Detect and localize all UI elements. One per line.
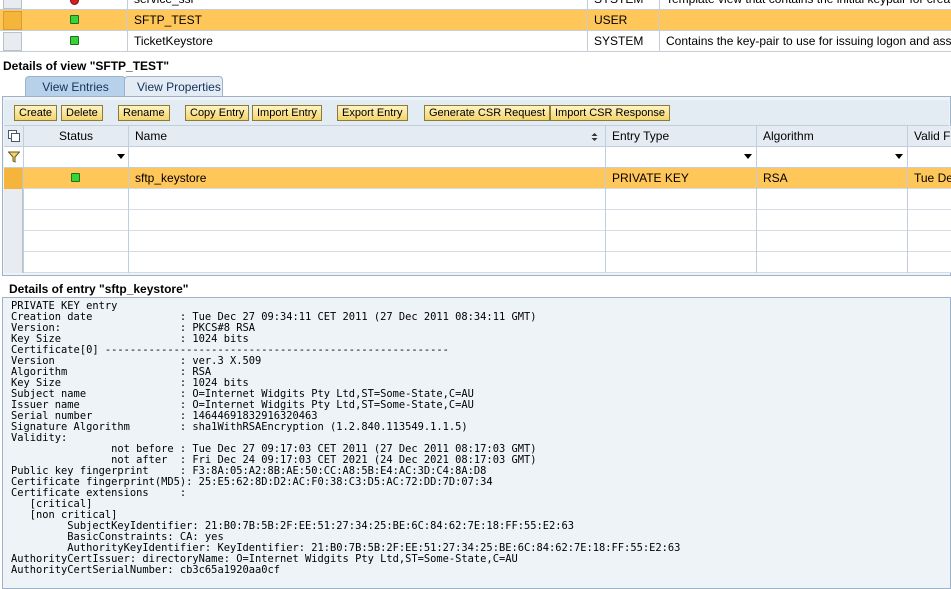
column-header-name[interactable]: Name [128, 126, 605, 147]
table-row-selected[interactable]: sftp_keystore PRIVATE KEY RSA Tue Dec [4, 168, 951, 189]
view-description: Template view that contains the initial … [659, 0, 951, 10]
generate-csr-request-button[interactable]: Generate CSR Request [424, 105, 551, 121]
rename-button[interactable]: Rename [118, 105, 170, 121]
delete-button[interactable]: Delete [61, 105, 103, 121]
view-name: service_ssl [127, 0, 587, 10]
row-selector[interactable] [3, 0, 22, 9]
view-name: TicketKeystore [127, 31, 587, 52]
entry-type-filter-dropdown[interactable] [605, 147, 756, 168]
algorithm-filter-dropdown[interactable] [756, 147, 907, 168]
view-description [659, 10, 951, 31]
table-row-empty[interactable] [4, 210, 951, 231]
column-header-entry-type[interactable]: Entry Type [605, 126, 756, 147]
empty-cell [907, 231, 951, 252]
view-description: Contains the key-pair to use for issuing… [659, 31, 951, 52]
entry-algorithm: RSA [756, 168, 907, 189]
entry-type: PRIVATE KEY [605, 168, 756, 189]
table-row-selected[interactable]: SFTP_TEST USER [0, 10, 951, 31]
row-selector[interactable] [4, 231, 23, 252]
valid-from-filter-input[interactable] [907, 147, 951, 168]
status-green-icon [70, 15, 79, 24]
view-type: USER [587, 10, 659, 31]
chevron-down-icon [895, 154, 903, 159]
row-selector[interactable] [4, 210, 23, 231]
import-csr-response-button[interactable]: Import CSR Response [550, 105, 671, 121]
empty-cell [605, 189, 756, 210]
empty-cell [605, 252, 756, 273]
column-header-algorithm[interactable]: Algorithm [756, 126, 907, 147]
view-name: SFTP_TEST [127, 10, 587, 31]
entries-table: Status Name Entry Type Algorithm Valid F… [4, 126, 951, 273]
filter-row [4, 147, 951, 168]
empty-cell [23, 189, 128, 210]
tab-view-entries[interactable]: View Entries [25, 76, 126, 97]
empty-cell [23, 231, 128, 252]
entry-name: sftp_keystore [128, 168, 605, 189]
empty-cell [907, 189, 951, 210]
view-type: SYSTEM [587, 31, 659, 52]
empty-cell [605, 231, 756, 252]
sort-updown-icon[interactable] [591, 133, 598, 141]
export-entry-button[interactable]: Export Entry [337, 105, 408, 121]
table-row[interactable]: TicketKeystore SYSTEM Contains the key-p… [0, 31, 951, 52]
chevron-down-icon [117, 154, 125, 159]
column-header-status[interactable]: Status [23, 126, 128, 147]
row-selector[interactable] [3, 11, 22, 30]
empty-cell [128, 210, 605, 231]
empty-cell [907, 210, 951, 231]
column-header-name-label: Name [135, 129, 168, 143]
views-table: service_ssl SYSTEM Template view that co… [0, 0, 951, 54]
column-header-valid-from[interactable]: Valid Fr [907, 126, 951, 147]
entry-details-title: Details of entry "sftp_keystore" [9, 282, 189, 296]
empty-cell [23, 210, 128, 231]
view-type: SYSTEM [587, 0, 659, 10]
copy-entry-button[interactable]: Copy Entry [185, 105, 250, 121]
import-entry-button[interactable]: Import Entry [252, 105, 322, 121]
create-button[interactable]: Create [14, 105, 58, 121]
empty-cell [128, 189, 605, 210]
status-green-icon [71, 173, 80, 182]
chevron-down-icon [744, 154, 752, 159]
status-red-icon [70, 0, 79, 5]
table-row-empty[interactable] [4, 189, 951, 210]
row-selector[interactable] [3, 32, 22, 51]
empty-cell [756, 189, 907, 210]
empty-cell [605, 210, 756, 231]
table-row[interactable]: service_ssl SYSTEM Template view that co… [0, 0, 951, 10]
empty-cell [128, 252, 605, 273]
row-selector[interactable] [4, 168, 23, 189]
row-selector[interactable] [4, 189, 23, 210]
empty-cell [907, 252, 951, 273]
table-row-empty[interactable] [4, 252, 951, 273]
empty-cell [128, 231, 605, 252]
row-selector[interactable] [4, 252, 23, 273]
entry-valid-from: Tue Dec [907, 168, 951, 189]
status-filter-dropdown[interactable] [23, 147, 128, 168]
status-green-icon [70, 36, 79, 45]
empty-cell [756, 231, 907, 252]
tab-view-properties[interactable]: View Properties [124, 76, 223, 97]
table-row-empty[interactable] [4, 231, 951, 252]
name-filter-input[interactable] [128, 147, 605, 168]
table-header: Status Name Entry Type Algorithm Valid F… [4, 126, 951, 147]
entry-details-text-area[interactable]: PRIVATE KEY entry Creation date : Tue De… [2, 297, 951, 589]
empty-cell [23, 252, 128, 273]
empty-cell [756, 210, 907, 231]
empty-cell [756, 252, 907, 273]
view-details-title: Details of view "SFTP_TEST" [3, 59, 170, 73]
filter-icon[interactable] [8, 151, 20, 163]
certificate-details-text: PRIVATE KEY entry Creation date : Tue De… [11, 300, 681, 576]
table-settings-icon[interactable] [8, 130, 20, 142]
